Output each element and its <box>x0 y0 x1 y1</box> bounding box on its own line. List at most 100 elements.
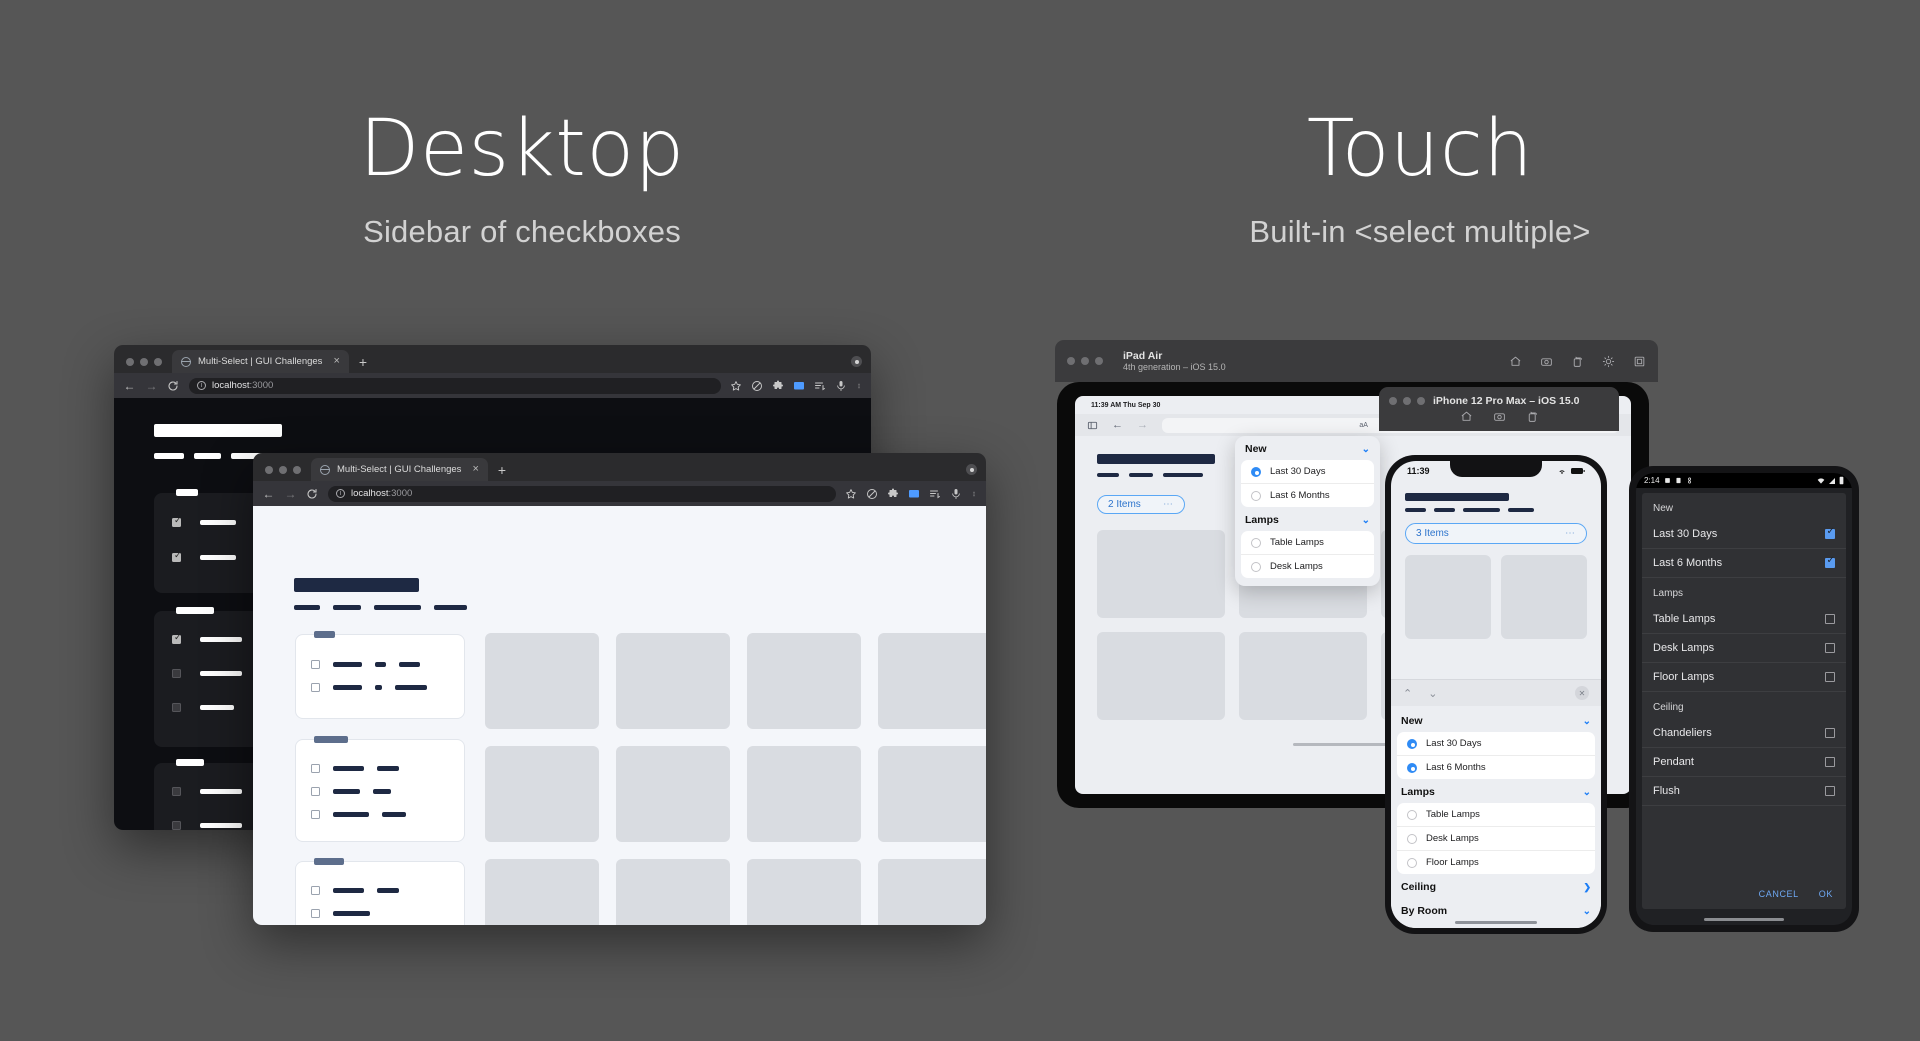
option-row[interactable]: Table Lamps <box>1397 803 1595 827</box>
option-row[interactable]: Last 30 Days <box>1642 520 1846 549</box>
option-radio[interactable] <box>1251 466 1261 477</box>
option-checkbox[interactable] <box>1825 614 1835 624</box>
result-thumb[interactable] <box>485 746 599 842</box>
browser-window-light[interactable]: Multi-Select | GUI Challenges × + ← → i <box>253 453 986 925</box>
option-radio[interactable] <box>1251 490 1261 501</box>
chevron-down-icon[interactable]: ⌄ <box>1583 787 1591 798</box>
home-icon[interactable] <box>1460 410 1473 423</box>
ipad-multi-select-trigger[interactable]: 2 Items ⋯ <box>1097 495 1185 514</box>
close-icon[interactable]: × <box>472 464 478 475</box>
cancel-button[interactable]: CANCEL <box>1759 889 1799 899</box>
overflow-menu-icon[interactable] <box>856 380 862 392</box>
checkbox[interactable] <box>311 886 320 895</box>
option-row[interactable]: Desk Lamps <box>1397 827 1595 851</box>
sidebar-toggle-icon[interactable] <box>1087 420 1098 431</box>
shield-icon[interactable] <box>751 380 763 392</box>
star-icon[interactable] <box>730 380 742 392</box>
option-radio[interactable] <box>1407 762 1417 773</box>
option-row[interactable]: Pendant <box>1642 748 1846 777</box>
profile-avatar-icon[interactable] <box>851 356 862 367</box>
option-row[interactable]: Table Lamps <box>1241 531 1374 555</box>
option-group-header[interactable]: New ⌄ <box>1235 436 1380 460</box>
camera-icon[interactable] <box>1493 410 1506 423</box>
address-bar[interactable]: i localhost:3000 <box>328 485 836 502</box>
safari-forward-button[interactable]: → <box>1137 419 1148 431</box>
browser-tab[interactable]: Multi-Select | GUI Challenges × <box>172 350 349 373</box>
window-zoom-dot[interactable] <box>1095 357 1103 365</box>
option-group-header[interactable]: By Room ⌄ <box>1391 898 1601 922</box>
android-select-dialog[interactable]: New Last 30 Days Last 6 Months Lamps Tab… <box>1642 493 1846 909</box>
result-thumb[interactable] <box>1097 632 1225 720</box>
option-checkbox[interactable] <box>1825 526 1835 539</box>
result-thumb[interactable] <box>878 633 986 729</box>
microphone-icon[interactable] <box>835 380 847 392</box>
window-close-dot[interactable] <box>1067 357 1075 365</box>
checkbox[interactable] <box>311 787 320 796</box>
window-controls-dark[interactable] <box>122 358 172 373</box>
result-thumb[interactable] <box>485 859 599 925</box>
puzzle-icon[interactable] <box>887 488 899 500</box>
browser-tab[interactable]: Multi-Select | GUI Challenges × <box>311 458 488 481</box>
window-minimize-dot[interactable] <box>279 466 287 474</box>
star-icon[interactable] <box>845 488 857 500</box>
forward-button[interactable]: → <box>145 380 158 392</box>
puzzle-icon[interactable] <box>772 380 784 392</box>
option-row[interactable]: Last 30 Days <box>1397 732 1595 756</box>
window-controls-light[interactable] <box>261 466 311 481</box>
option-row[interactable]: Last 6 Months <box>1241 484 1374 507</box>
forward-button[interactable]: → <box>284 488 297 500</box>
camera-icon[interactable] <box>1540 355 1553 368</box>
window-zoom-dot[interactable] <box>1417 397 1425 405</box>
option-checkbox[interactable] <box>1825 786 1835 796</box>
result-thumb[interactable] <box>485 633 599 729</box>
option-row[interactable]: Last 6 Months <box>1642 549 1846 578</box>
next-option-button[interactable]: ⌄ <box>1428 687 1437 700</box>
option-checkbox[interactable] <box>1825 672 1835 682</box>
reload-icon[interactable] <box>167 380 180 392</box>
option-radio[interactable] <box>1407 809 1417 820</box>
checkbox[interactable] <box>311 909 320 918</box>
result-thumb[interactable] <box>1501 555 1587 639</box>
result-thumb[interactable] <box>878 746 986 842</box>
result-thumb[interactable] <box>747 859 861 925</box>
chevron-down-icon[interactable]: ⌄ <box>1583 906 1591 917</box>
checkbox-group-card[interactable] <box>295 736 465 842</box>
back-button[interactable]: ← <box>123 380 136 392</box>
back-button[interactable]: ← <box>262 488 275 500</box>
ok-button[interactable]: OK <box>1819 889 1833 899</box>
iphone-simulator[interactable]: iPhone 12 Pro Max – iOS 15.0 11:39 3 Ite… <box>1379 387 1619 934</box>
option-checkbox[interactable] <box>1825 555 1835 568</box>
address-bar[interactable]: i localhost:3000 <box>189 377 721 394</box>
ipad-select-popover[interactable]: New ⌄ Last 30 Days Last 6 Months Lamps ⌄… <box>1235 436 1380 586</box>
android-simulator[interactable]: 2:14 New Last 30 Days ✓ Last 6 Months ✓ … <box>1629 466 1859 932</box>
option-row[interactable]: Last 30 Days <box>1241 460 1374 484</box>
result-thumb[interactable] <box>747 633 861 729</box>
reload-icon[interactable] <box>306 488 319 500</box>
option-group-header[interactable]: Lamps ⌄ <box>1391 779 1601 803</box>
site-info-icon[interactable]: i <box>197 381 206 390</box>
home-icon[interactable] <box>1509 355 1522 368</box>
keyboard-icon[interactable] <box>1633 355 1646 368</box>
safari-text-size-button[interactable]: aA <box>1359 422 1368 429</box>
chevron-right-icon[interactable]: ❯ <box>1583 882 1591 893</box>
chevron-down-icon[interactable]: ⌄ <box>1583 716 1591 727</box>
option-row[interactable]: Last 6 Months <box>1397 756 1595 779</box>
window-minimize-dot[interactable] <box>140 358 148 366</box>
checkbox[interactable] <box>311 683 320 692</box>
previous-option-button[interactable]: ⌃ <box>1403 687 1412 700</box>
checkbox-group-card[interactable] <box>295 858 465 925</box>
reading-list-icon[interactable] <box>929 488 941 500</box>
result-thumb[interactable] <box>1097 530 1225 618</box>
window-minimize-dot[interactable] <box>1403 397 1411 405</box>
window-zoom-dot[interactable] <box>293 466 301 474</box>
window-minimize-dot[interactable] <box>1081 357 1089 365</box>
chevron-down-icon[interactable]: ⌄ <box>1362 444 1370 455</box>
checkbox[interactable] <box>172 821 181 830</box>
checkbox[interactable] <box>311 764 320 773</box>
checkbox[interactable] <box>172 703 181 712</box>
cast-icon[interactable] <box>908 488 920 500</box>
new-tab-button[interactable]: + <box>488 463 516 481</box>
close-icon[interactable]: ✕ <box>1575 686 1589 700</box>
window-close-dot[interactable] <box>265 466 273 474</box>
option-radio[interactable] <box>1407 857 1417 868</box>
